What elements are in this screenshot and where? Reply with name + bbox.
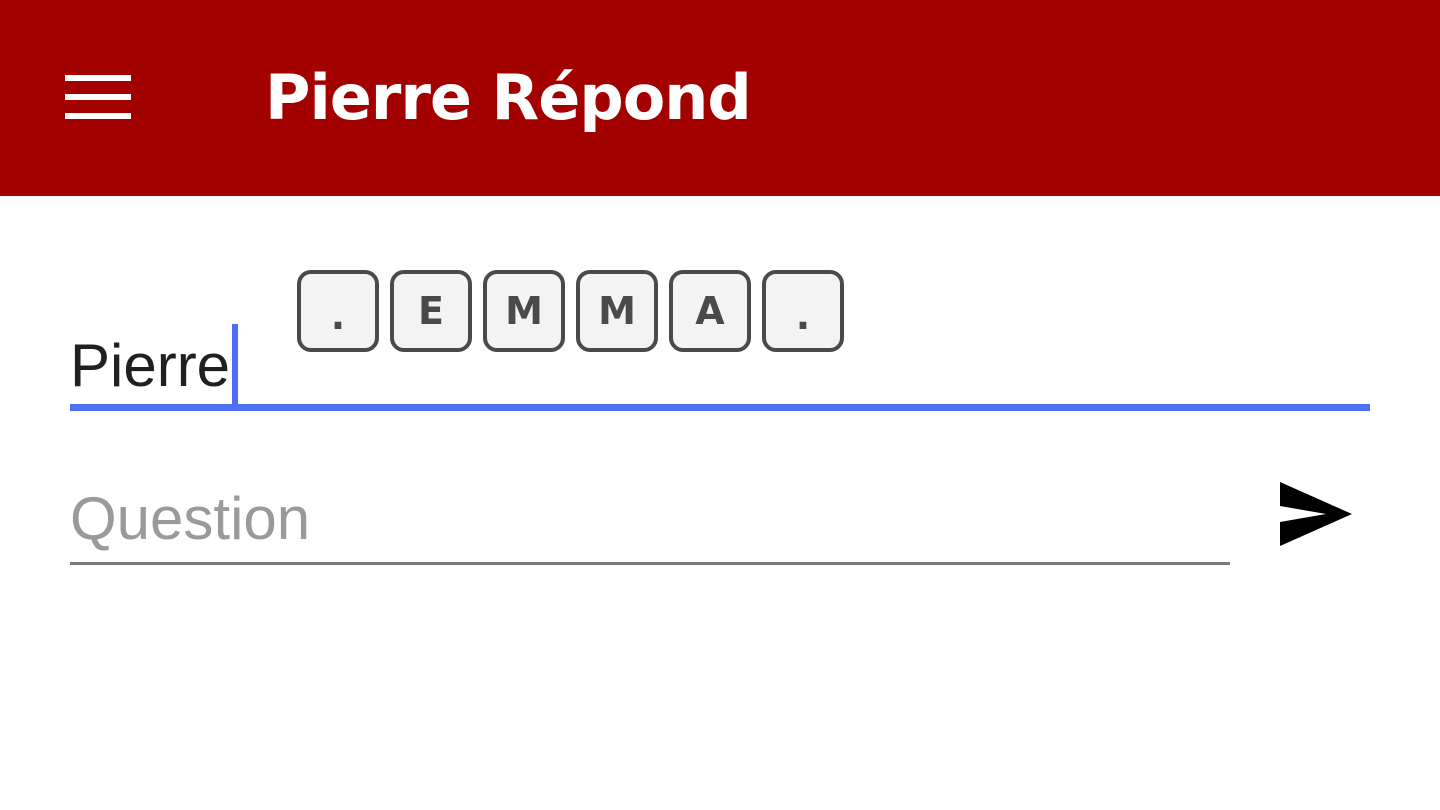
hint-key: M: [576, 270, 658, 352]
answer-text: Pierre: [70, 332, 231, 399]
hint-key: E: [390, 270, 472, 352]
hint-key: A: [669, 270, 751, 352]
hint-key: .: [762, 270, 844, 352]
hint-key: .: [297, 270, 379, 352]
text-caret: [232, 324, 239, 408]
answer-input[interactable]: Pierre: [70, 324, 239, 408]
answer-field[interactable]: Pierre . E M M A .: [70, 260, 1370, 412]
question-field[interactable]: [70, 470, 1230, 566]
question-input[interactable]: [70, 480, 1230, 556]
app-title: Pierre Répond: [265, 61, 752, 134]
send-button[interactable]: [1268, 474, 1364, 554]
hint-key-row: . E M M A .: [297, 270, 844, 352]
send-icon: [1280, 482, 1352, 546]
app-bar: Pierre Répond: [0, 0, 1440, 196]
menu-button[interactable]: [58, 66, 138, 128]
hint-key: M: [483, 270, 565, 352]
question-underline: [70, 562, 1230, 565]
answer-underline: [70, 404, 1370, 411]
